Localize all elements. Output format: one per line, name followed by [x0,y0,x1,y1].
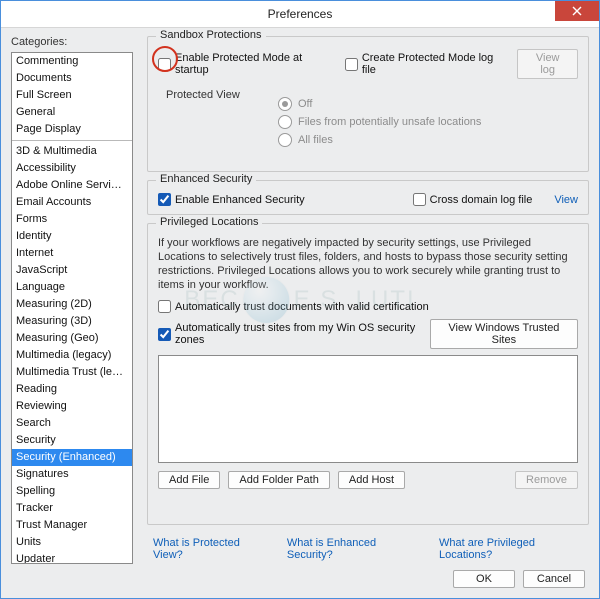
auto-trust-os-label: Automatically trust sites from my Win OS… [175,322,422,346]
category-item[interactable]: Accessibility [12,160,132,177]
category-item[interactable]: Identity [12,228,132,245]
privileged-group-label: Privileged Locations [156,216,262,228]
add-file-button[interactable]: Add File [158,471,220,489]
sandbox-protections-group: Sandbox Protections Enable Protected Mod… [147,36,589,172]
category-item[interactable]: Email Accounts [12,194,132,211]
categories-listbox[interactable]: CommentingDocumentsFull ScreenGeneralPag… [11,52,133,564]
auto-trust-cert-checkbox[interactable]: Automatically trust documents with valid… [158,300,429,313]
categories-pane: Categories: CommentingDocumentsFull Scre… [1,28,139,564]
settings-pane: Sandbox Protections Enable Protected Mod… [139,28,599,564]
view-trusted-sites-button[interactable]: View Windows Trusted Sites [430,319,578,349]
close-icon [572,6,582,16]
category-item[interactable]: Search [12,415,132,432]
cross-domain-log-checkbox[interactable]: Cross domain log file [413,193,533,206]
category-item[interactable]: Forms [12,211,132,228]
enable-protected-mode-checkbox[interactable]: Enable Protected Mode at startup [158,52,327,76]
category-item[interactable]: Measuring (Geo) [12,330,132,347]
category-item[interactable]: Units [12,534,132,551]
category-item[interactable]: Multimedia Trust (legacy) [12,364,132,381]
category-item[interactable]: Adobe Online Services [12,177,132,194]
category-item[interactable]: 3D & Multimedia [12,143,132,160]
category-item[interactable]: Security [12,432,132,449]
category-item[interactable]: Full Screen [12,87,132,104]
dialog-body: Categories: CommentingDocumentsFull Scre… [1,28,599,564]
category-item[interactable]: Page Display [12,121,132,138]
window-title: Preferences [268,7,333,21]
categories-label: Categories: [11,36,139,48]
category-item[interactable]: Documents [12,70,132,87]
protected-view-option-label: All files [298,134,333,146]
dialog-footer: OK Cancel [453,570,585,588]
protected-view-options: Off Files from potentially unsafe locatio… [278,95,481,149]
what-are-privileged-locations-link[interactable]: What are Privileged Locations? [439,537,589,561]
category-item[interactable]: General [12,104,132,121]
category-item[interactable]: Language [12,279,132,296]
sandbox-group-label: Sandbox Protections [156,29,266,41]
what-is-enhanced-security-link[interactable]: What is Enhanced Security? [287,537,423,561]
category-item[interactable]: Security (Enhanced) [12,449,132,466]
category-item[interactable]: Tracker [12,500,132,517]
protected-view-label: Protected View [166,89,256,101]
category-item[interactable]: Reviewing [12,398,132,415]
add-host-button[interactable]: Add Host [338,471,405,489]
category-item[interactable]: Internet [12,245,132,262]
category-item[interactable]: Measuring (2D) [12,296,132,313]
protected-view-option[interactable]: Files from potentially unsafe locations [278,113,481,131]
category-item[interactable]: Multimedia (legacy) [12,347,132,364]
protected-view-option-label: Off [298,98,312,110]
enable-protected-mode-label: Enable Protected Mode at startup [175,52,327,76]
category-item[interactable]: JavaScript [12,262,132,279]
protected-view-option[interactable]: All files [278,131,481,149]
category-item[interactable]: Signatures [12,466,132,483]
category-item[interactable]: Trust Manager [12,517,132,534]
auto-trust-cert-label: Automatically trust documents with valid… [175,301,429,313]
enhanced-security-group: Enhanced Security Enable Enhanced Securi… [147,180,589,215]
titlebar: Preferences [1,1,599,28]
category-item[interactable]: Reading [12,381,132,398]
window-close-button[interactable] [555,1,599,21]
privileged-locations-list[interactable] [158,355,578,463]
enable-enhanced-security-label: Enable Enhanced Security [175,194,305,206]
category-item[interactable]: Commenting [12,53,132,70]
radio-icon [278,97,292,111]
what-is-protected-view-link[interactable]: What is Protected View? [153,537,271,561]
category-item[interactable]: Measuring (3D) [12,313,132,330]
protected-view-option[interactable]: Off [278,95,481,113]
category-item[interactable]: Spelling [12,483,132,500]
protected-view-option-label: Files from potentially unsafe locations [298,116,481,128]
category-separator [12,140,132,141]
help-links-row: What is Protected View? What is Enhanced… [147,533,589,561]
enhanced-group-label: Enhanced Security [156,173,256,185]
remove-button[interactable]: Remove [515,471,578,489]
radio-icon [278,133,292,147]
add-folder-path-button[interactable]: Add Folder Path [228,471,330,489]
privileged-description: If your workflows are negatively impacte… [158,236,578,292]
radio-icon [278,115,292,129]
preferences-window: Preferences Categories: CommentingDocume… [0,0,600,599]
view-link[interactable]: View [554,194,578,206]
view-log-button[interactable]: View log [517,49,578,79]
ok-button[interactable]: OK [453,570,515,588]
category-item[interactable]: Updater [12,551,132,564]
cancel-button[interactable]: Cancel [523,570,585,588]
privileged-locations-group: Privileged Locations If your workflows a… [147,223,589,525]
auto-trust-os-checkbox[interactable]: Automatically trust sites from my Win OS… [158,322,422,346]
create-pm-log-checkbox[interactable]: Create Protected Mode log file [345,52,500,76]
create-pm-log-label: Create Protected Mode log file [362,52,500,76]
enable-enhanced-security-checkbox[interactable]: Enable Enhanced Security [158,193,305,206]
cross-domain-log-label: Cross domain log file [430,194,533,206]
